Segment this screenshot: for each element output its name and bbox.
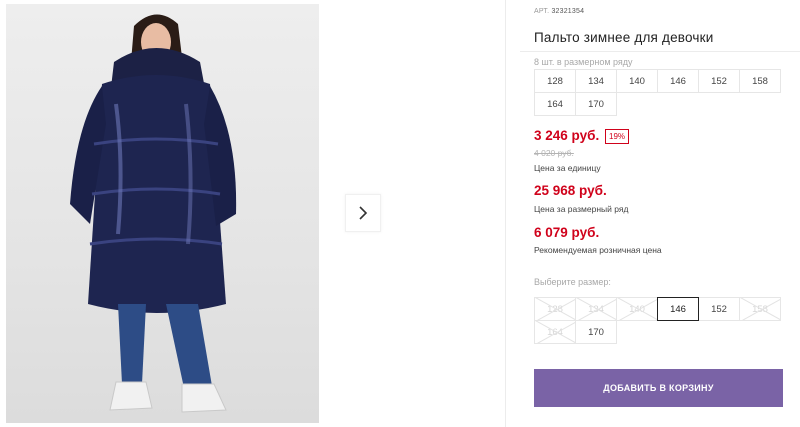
title-divider bbox=[520, 51, 800, 52]
size-range-cell: 140 bbox=[616, 69, 658, 93]
article-value: 32321354 bbox=[551, 8, 585, 15]
article-label: АРТ. bbox=[534, 8, 550, 15]
size-option-134: 134 bbox=[575, 297, 617, 321]
article-number: АРТ. 32321354 bbox=[534, 8, 584, 15]
size-option-128: 128 bbox=[534, 297, 576, 321]
retail-price-label: Рекомендуемая розничная цена bbox=[534, 245, 662, 255]
choose-size-label: Выберите размер: bbox=[534, 277, 611, 287]
range-price: 25 968 руб. bbox=[534, 183, 607, 198]
size-option-158: 158 bbox=[739, 297, 781, 321]
column-divider bbox=[505, 0, 506, 427]
unit-price-label: Цена за единицу bbox=[534, 163, 601, 173]
product-photo[interactable] bbox=[6, 4, 319, 423]
size-range-cell: 134 bbox=[575, 69, 617, 93]
add-to-cart-button[interactable]: ДОБАВИТЬ В КОРЗИНУ bbox=[534, 369, 783, 407]
chevron-right-icon bbox=[359, 206, 368, 220]
size-option-140: 140 bbox=[616, 297, 658, 321]
size-range-cell: 152 bbox=[698, 69, 740, 93]
size-option-152[interactable]: 152 bbox=[698, 297, 740, 321]
size-option-146[interactable]: 146 bbox=[657, 297, 699, 321]
discount-badge: 19% bbox=[605, 129, 630, 144]
retail-price: 6 079 руб. bbox=[534, 225, 600, 240]
coat-illustration bbox=[70, 14, 237, 413]
size-option-164: 164 bbox=[534, 320, 576, 344]
size-range-cell: 146 bbox=[657, 69, 699, 93]
size-range-cell: 164 bbox=[534, 92, 576, 116]
size-range-cell: 158 bbox=[739, 69, 781, 93]
size-range-note: 8 шт. в размерном ряду bbox=[534, 57, 633, 67]
next-image-button[interactable] bbox=[345, 194, 381, 232]
range-price-label: Цена за размерный ряд bbox=[534, 204, 629, 214]
size-range-cell: 128 bbox=[534, 69, 576, 93]
old-price: 4 020 руб. bbox=[534, 148, 574, 158]
size-option-170[interactable]: 170 bbox=[575, 320, 617, 344]
unit-price: 3 246 руб. bbox=[534, 128, 600, 143]
product-title: Пальто зимнее для девочки bbox=[534, 30, 714, 45]
size-range-cell: 170 bbox=[575, 92, 617, 116]
